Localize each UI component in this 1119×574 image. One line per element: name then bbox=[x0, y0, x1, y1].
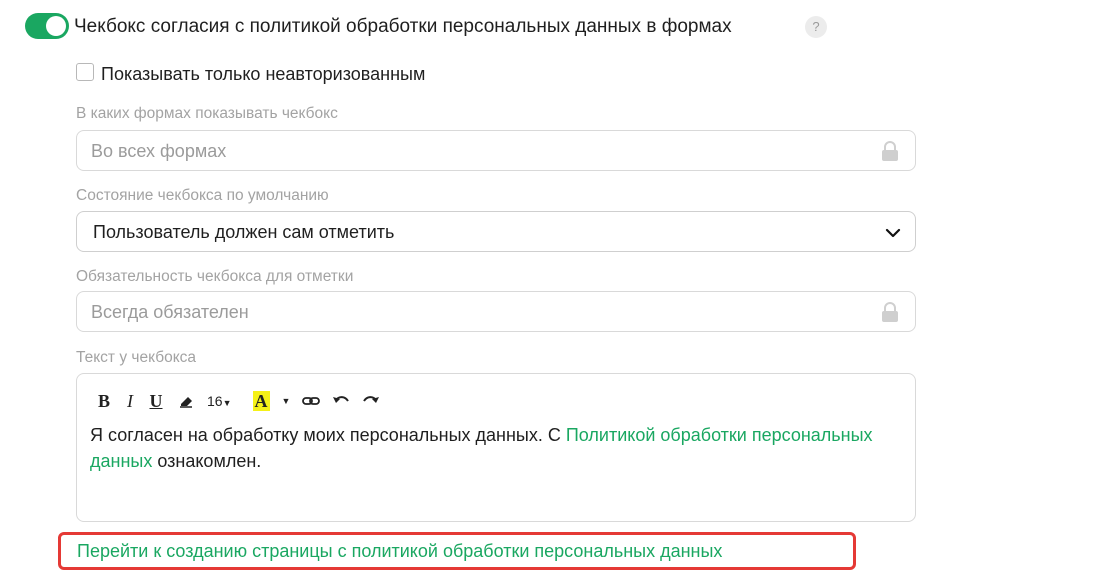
text-color-dropdown-icon[interactable]: ▼ bbox=[281, 390, 291, 412]
consent-label: Чекбокс согласия с политикой обработки п… bbox=[74, 16, 732, 37]
editor-text-before: Я согласен на обработку моих персональны… bbox=[90, 425, 566, 445]
create-policy-page-link[interactable]: Перейти к созданию страницы с политикой … bbox=[77, 540, 722, 562]
undo-button[interactable] bbox=[331, 390, 351, 412]
lock-icon bbox=[882, 302, 898, 322]
forms-field-label: В каких формах показывать чекбокс bbox=[76, 105, 338, 122]
link-button[interactable] bbox=[301, 390, 321, 412]
required-field: Всегда обязателен bbox=[76, 291, 916, 332]
only-unauthorized-checkbox[interactable] bbox=[76, 63, 94, 81]
default-state-select[interactable]: Пользователь должен сам отметить bbox=[76, 211, 916, 252]
forms-field: Во всех формах bbox=[76, 130, 916, 171]
default-state-value: Пользователь должен сам отметить bbox=[93, 222, 395, 242]
link-icon bbox=[302, 397, 320, 405]
only-unauthorized-label[interactable]: Показывать только неавторизованным bbox=[101, 63, 425, 85]
default-state-label: Состояние чекбокса по умолчанию bbox=[76, 187, 329, 204]
eraser-icon bbox=[180, 397, 192, 408]
redo-icon bbox=[363, 396, 379, 403]
chevron-down-icon bbox=[885, 228, 901, 238]
undo-icon bbox=[333, 396, 349, 403]
redo-button[interactable] bbox=[361, 390, 381, 412]
font-size-select[interactable]: 16▼ bbox=[207, 390, 237, 412]
checkbox-text-label: Текст у чекбокса bbox=[76, 349, 197, 366]
eraser-button[interactable] bbox=[177, 390, 195, 412]
lock-icon bbox=[882, 141, 898, 161]
required-field-label: Обязательность чекбокса для отметки bbox=[76, 268, 354, 285]
consent-toggle[interactable] bbox=[25, 13, 69, 39]
forms-field-value: Во всех формах bbox=[91, 141, 227, 161]
text-color-label: A bbox=[252, 391, 270, 411]
underline-button[interactable]: U bbox=[147, 390, 165, 412]
bold-button[interactable]: B bbox=[95, 390, 113, 412]
font-size-value: 16 bbox=[207, 393, 223, 409]
caret-down-icon: ▼ bbox=[222, 398, 232, 408]
italic-button[interactable]: I bbox=[123, 390, 137, 412]
checkbox-text-editor[interactable]: B I U 16▼ A ▼ Я согласен на обработку мо… bbox=[76, 373, 916, 522]
editor-content[interactable]: Я согласен на обработку моих персональны… bbox=[90, 422, 890, 474]
text-color-button[interactable]: A bbox=[251, 390, 271, 412]
editor-text-after: ознакомлен. bbox=[152, 451, 262, 471]
required-field-value: Всегда обязателен bbox=[91, 302, 249, 322]
help-icon[interactable]: ? bbox=[805, 16, 827, 38]
toggle-knob bbox=[46, 16, 66, 36]
